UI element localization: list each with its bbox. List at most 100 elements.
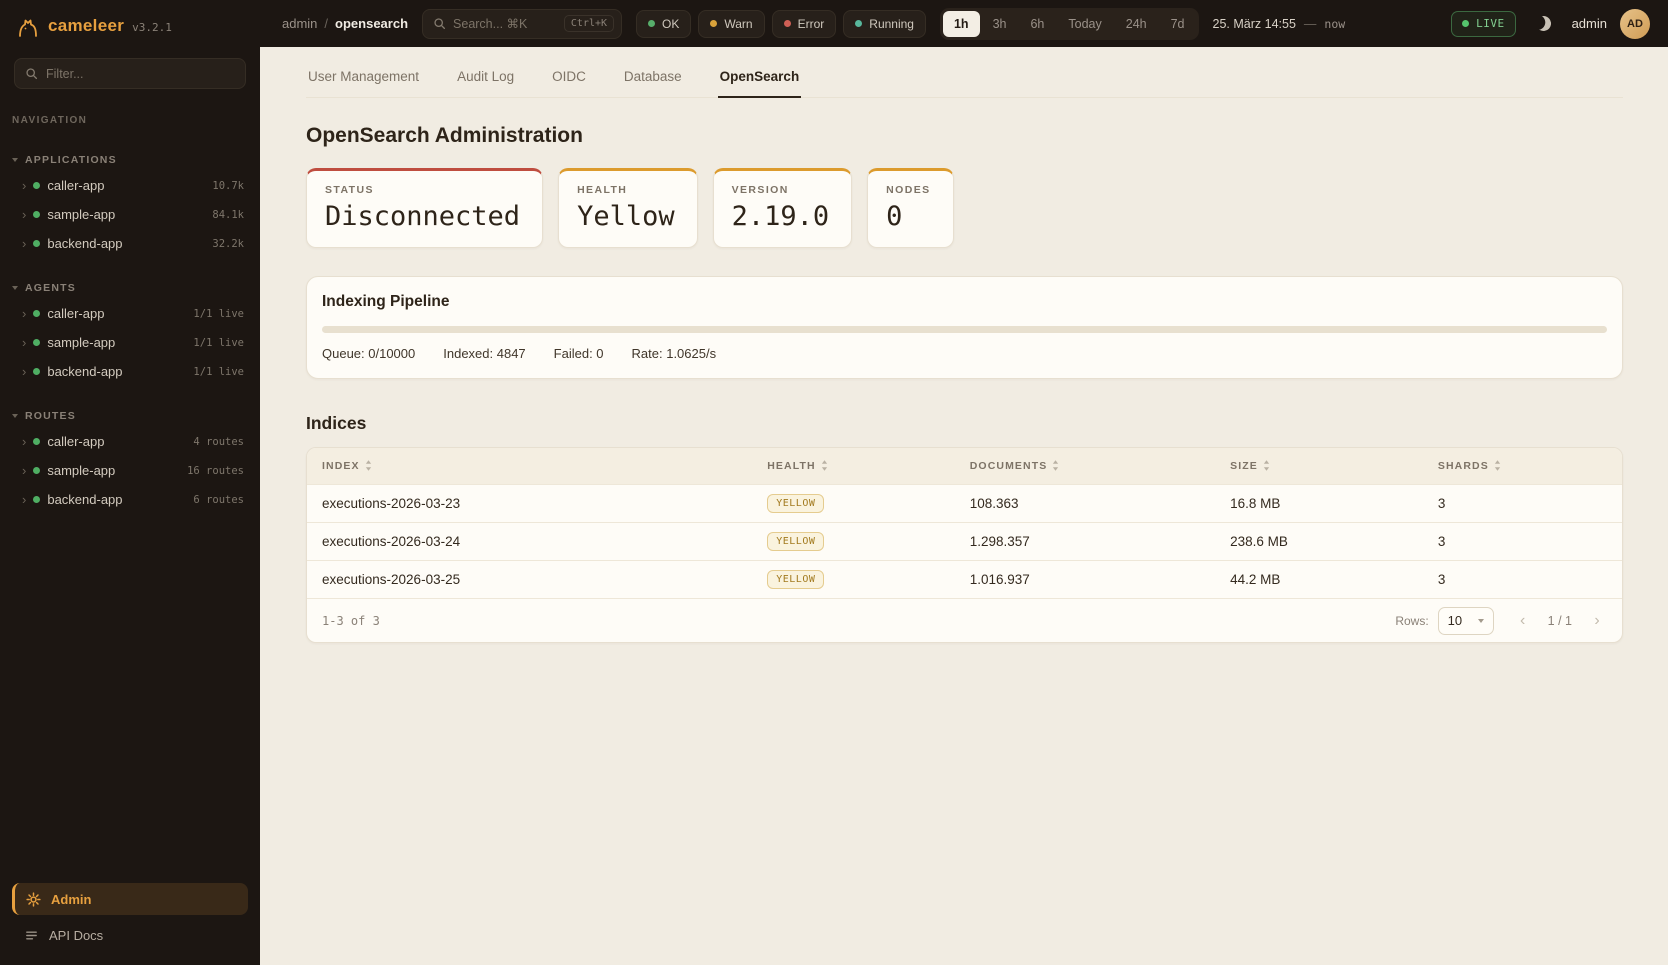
section-applications[interactable]: APPLICATIONS — [0, 148, 260, 171]
table-header-row: INDEX HEALTH DOCUMENTS SIZE SHARDS — [307, 448, 1622, 484]
nav-item-agent-caller-app[interactable]: › caller-app 1/1 live — [0, 299, 260, 328]
dark-mode-toggle[interactable] — [1529, 9, 1559, 39]
sidebar: cameleer v3.2.1 NAVIGATION APPLICATIONS … — [0, 0, 260, 965]
avatar[interactable]: AD — [1620, 9, 1650, 39]
table-row: executions-2026-03-23 YELLOW 108.363 16.… — [307, 484, 1622, 522]
stat-cards: STATUS Disconnected HEALTH Yellow VERSIO… — [306, 168, 1623, 248]
pagination-controls: Rows: 10 ‹ 1 / 1 › — [1395, 607, 1609, 635]
live-badge: 1/1 live — [193, 337, 244, 349]
table-row: executions-2026-03-25 YELLOW 1.016.937 4… — [307, 560, 1622, 598]
live-badge: 1/1 live — [193, 308, 244, 320]
nav-item-route-backend-app[interactable]: › backend-app 6 routes — [0, 485, 260, 514]
range-1h[interactable]: 1h — [943, 11, 980, 37]
chevron-right-icon: › — [22, 336, 26, 349]
next-page-button[interactable]: › — [1585, 609, 1609, 633]
cell-size: 44.2 MB — [1230, 560, 1438, 598]
topbar: admin / opensearch Ctrl+K OK Warn Error — [260, 0, 1668, 47]
sort-icon — [821, 460, 828, 471]
range-3h[interactable]: 3h — [982, 11, 1018, 37]
time-range-group: 1h 3h 6h Today 24h 7d — [940, 8, 1199, 40]
pipeline-progress-bar — [322, 326, 1607, 333]
filter-warn[interactable]: Warn — [698, 10, 764, 38]
chevron-right-icon: › — [22, 307, 26, 320]
pipeline-failed: Failed: 0 — [554, 346, 604, 361]
pipeline-rate: Rate: 1.0625/s — [632, 346, 717, 361]
tab-oidc[interactable]: OIDC — [550, 61, 588, 97]
col-shards[interactable]: SHARDS — [1438, 448, 1622, 484]
date-start: 25. März 14:55 — [1213, 17, 1296, 31]
section-agents[interactable]: AGENTS — [0, 276, 260, 299]
app-logo[interactable]: cameleer v3.2.1 — [0, 0, 260, 50]
tab-opensearch[interactable]: OpenSearch — [718, 61, 802, 97]
nav-item-app-caller-app[interactable]: › caller-app 10.7k — [0, 171, 260, 200]
global-search[interactable]: Ctrl+K — [422, 9, 622, 39]
routes-badge: 16 routes — [187, 465, 244, 477]
chevron-right-icon: › — [22, 493, 26, 506]
live-badge: 1/1 live — [193, 366, 244, 378]
col-index[interactable]: INDEX — [307, 448, 767, 484]
col-documents[interactable]: DOCUMENTS — [970, 448, 1230, 484]
nav-item-app-backend-app[interactable]: › backend-app 32.2k — [0, 229, 260, 258]
range-today[interactable]: Today — [1057, 11, 1112, 37]
status-dot — [33, 310, 40, 317]
indices-table-card: INDEX HEALTH DOCUMENTS SIZE SHARDS execu… — [306, 447, 1623, 643]
indices-title: Indices — [306, 413, 1623, 434]
col-size[interactable]: SIZE — [1230, 448, 1438, 484]
filter-running[interactable]: Running — [843, 10, 926, 38]
search-icon — [433, 17, 446, 30]
cell-health: YELLOW — [767, 522, 970, 560]
date-range[interactable]: 25. März 14:55 — now — [1213, 17, 1346, 31]
breadcrumb: admin / opensearch — [282, 16, 408, 31]
sidebar-item-api-docs[interactable]: API Docs — [12, 919, 248, 951]
cell-documents: 1.016.937 — [970, 560, 1230, 598]
section-routes[interactable]: ROUTES — [0, 404, 260, 427]
range-7d[interactable]: 7d — [1160, 11, 1196, 37]
range-24h[interactable]: 24h — [1115, 11, 1158, 37]
gear-icon — [26, 892, 41, 907]
tab-audit-log[interactable]: Audit Log — [455, 61, 516, 97]
app-name: cameleer — [48, 16, 124, 36]
chevron-right-icon: › — [22, 208, 26, 221]
nav-item-route-sample-app[interactable]: › sample-app 16 routes — [0, 456, 260, 485]
prev-page-button[interactable]: ‹ — [1511, 609, 1535, 633]
table-row: executions-2026-03-24 YELLOW 1.298.357 2… — [307, 522, 1622, 560]
nav-item-agent-sample-app[interactable]: › sample-app 1/1 live — [0, 328, 260, 357]
sidebar-filter[interactable] — [14, 58, 246, 89]
filter-error[interactable]: Error — [772, 10, 837, 38]
navigation-label: NAVIGATION — [12, 115, 244, 126]
date-separator: — — [1304, 17, 1317, 31]
breadcrumb-current[interactable]: opensearch — [335, 16, 408, 31]
range-6h[interactable]: 6h — [1019, 11, 1055, 37]
filter-input[interactable] — [46, 67, 235, 81]
sort-icon — [1263, 460, 1270, 471]
pipeline-indexed: Indexed: 4847 — [443, 346, 525, 361]
app-version: v3.2.1 — [132, 21, 172, 34]
cell-size: 238.6 MB — [1230, 522, 1438, 560]
col-health[interactable]: HEALTH — [767, 448, 970, 484]
sort-icon — [365, 460, 372, 471]
breadcrumb-admin[interactable]: admin — [282, 16, 317, 31]
nav-item-route-caller-app[interactable]: › caller-app 4 routes — [0, 427, 260, 456]
chevron-right-icon: › — [22, 464, 26, 477]
search-input[interactable] — [453, 17, 557, 31]
status-dot — [33, 496, 40, 503]
pipeline-title: Indexing Pipeline — [322, 293, 1607, 311]
nav-item-agent-backend-app[interactable]: › backend-app 1/1 live — [0, 357, 260, 386]
count-badge: 10.7k — [212, 180, 244, 192]
stat-card-nodes: NODES 0 — [867, 168, 953, 248]
date-end: now — [1324, 17, 1345, 31]
caret-down-icon — [12, 158, 18, 162]
count-badge: 32.2k — [212, 238, 244, 250]
shortcut-badge: Ctrl+K — [564, 15, 614, 32]
breadcrumb-separator: / — [324, 16, 328, 31]
nav-item-app-sample-app[interactable]: › sample-app 84.1k — [0, 200, 260, 229]
sidebar-item-admin[interactable]: Admin — [12, 883, 248, 915]
sidebar-nav: APPLICATIONS › caller-app 10.7k › sample… — [0, 130, 260, 875]
filter-ok[interactable]: OK — [636, 10, 691, 38]
live-indicator[interactable]: LIVE — [1451, 11, 1516, 37]
status-dot — [33, 438, 40, 445]
cell-documents: 108.363 — [970, 484, 1230, 522]
tab-user-management[interactable]: User Management — [306, 61, 421, 97]
tab-database[interactable]: Database — [622, 61, 684, 97]
rows-per-page-select[interactable]: 10 — [1438, 607, 1494, 635]
